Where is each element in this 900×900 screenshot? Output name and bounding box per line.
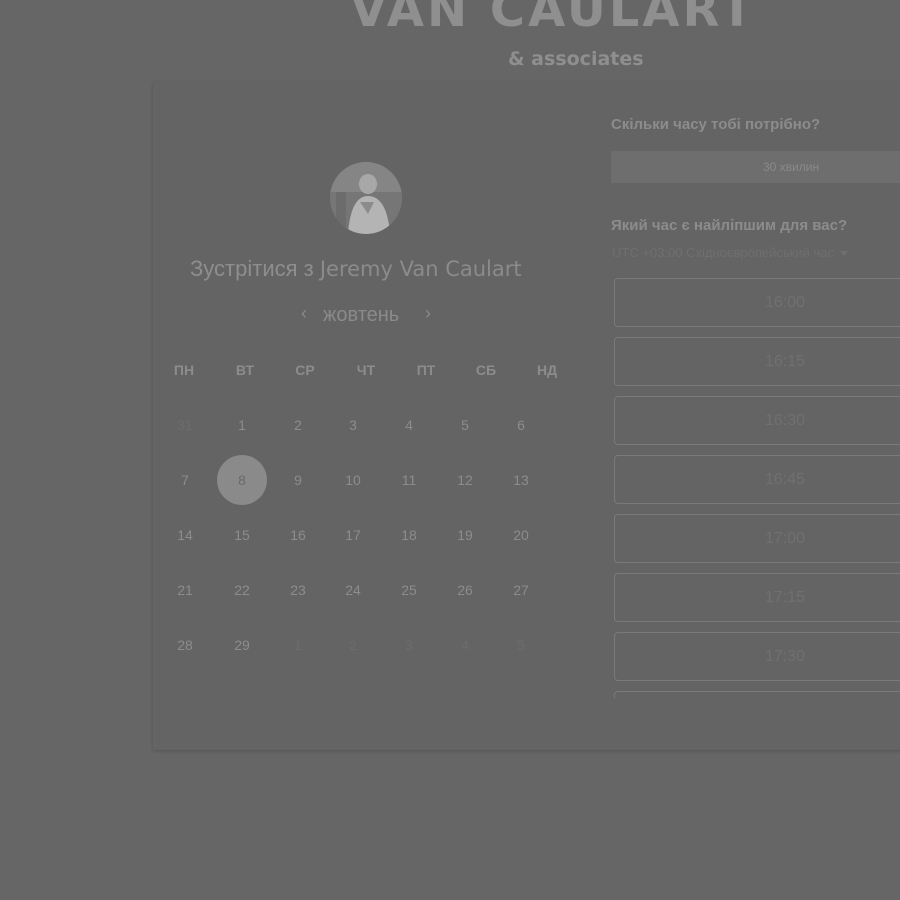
- meet-title-prefix: Зустрітися з: [190, 256, 314, 281]
- calendar-day[interactable]: 23: [273, 565, 323, 615]
- time-slot-label: 17:15: [765, 589, 806, 606]
- time-slot-button[interactable]: 16:00: [614, 278, 900, 327]
- weekday-label: ЧТ: [356, 362, 376, 378]
- weekday-label: СР: [295, 362, 315, 378]
- calendar-day[interactable]: 18: [384, 510, 434, 560]
- month-label: жовтень: [323, 304, 400, 326]
- calendar-day[interactable]: 3: [328, 400, 378, 450]
- calendar-day[interactable]: 15: [217, 510, 267, 560]
- duration-question: Скільки часу тобі потрібно?: [611, 116, 821, 133]
- calendar-day[interactable]: 7: [160, 455, 210, 505]
- calendar-day[interactable]: 16: [273, 510, 323, 560]
- brand-subtitle: & associates: [508, 48, 644, 70]
- time-slot-label: 17:00: [765, 530, 806, 547]
- timezone-label: UTC +03:00 Східноєвропейський час: [612, 245, 834, 260]
- time-slot-label: 16:00: [765, 294, 806, 311]
- calendar-day[interactable]: 20: [496, 510, 546, 560]
- time-slot-button[interactable]: 16:45: [614, 455, 900, 504]
- calendar-day[interactable]: 27: [496, 565, 546, 615]
- time-slot-label: 16:45: [765, 471, 806, 488]
- calendar-day[interactable]: 11: [384, 455, 434, 505]
- time-slot-button[interactable]: 16:30: [614, 396, 900, 445]
- time-slot-button[interactable]: [614, 691, 900, 698]
- avatar: [330, 162, 402, 234]
- meet-title: Зустрітися з Jeremy Van Caulart: [190, 256, 522, 282]
- time-slot-button[interactable]: 17:15: [614, 573, 900, 622]
- calendar-day[interactable]: 4: [384, 400, 434, 450]
- time-slot-button[interactable]: 17:30: [614, 632, 900, 681]
- calendar-day: 2: [349, 637, 357, 653]
- calendar-day: 31: [177, 417, 193, 433]
- calendar-day[interactable]: 24: [328, 565, 378, 615]
- time-question: Який час є найліпшим для вас?: [611, 217, 848, 234]
- calendar-day[interactable]: 13: [496, 455, 546, 505]
- time-slot-list: 16:00 16:15 16:30 16:45 17:00 17:15 17:30: [614, 278, 900, 698]
- calendar-day[interactable]: 28: [160, 620, 210, 670]
- duration-value: 30 хвилин: [763, 160, 820, 174]
- calendar-day[interactable]: 17: [328, 510, 378, 560]
- calendar-day[interactable]: 1: [217, 400, 267, 450]
- weekday-label: ВТ: [235, 362, 255, 378]
- calendar-day[interactable]: 6: [496, 400, 546, 450]
- weekday-label: ПН: [173, 362, 195, 378]
- calendar-day[interactable]: 12: [440, 455, 490, 505]
- brand-logo: VAN CAULART: [350, 0, 757, 38]
- calendar-day[interactable]: 9: [273, 455, 323, 505]
- calendar-day: 1: [294, 637, 302, 653]
- weekday-label: НД: [536, 362, 558, 378]
- calendar-day[interactable]: 14: [160, 510, 210, 560]
- chevron-left-icon[interactable]: ‹: [296, 302, 312, 324]
- avatar-photo: [330, 162, 402, 234]
- timezone-select[interactable]: UTC +03:00 Східноєвропейський час: [612, 245, 848, 260]
- weekday-label: СБ: [475, 362, 497, 378]
- chevron-right-icon[interactable]: ›: [420, 302, 436, 324]
- calendar-day[interactable]: 21: [160, 565, 210, 615]
- calendar-day[interactable]: 5: [440, 400, 490, 450]
- calendar-day[interactable]: 19: [440, 510, 490, 560]
- weekday-label: ПТ: [416, 362, 436, 378]
- time-slot-button[interactable]: 17:00: [614, 514, 900, 563]
- calendar-day[interactable]: 22: [217, 565, 267, 615]
- time-slot-label: 16:30: [765, 412, 806, 429]
- time-slot-label: 17:30: [765, 648, 806, 665]
- caret-down-icon: [839, 251, 848, 257]
- duration-select[interactable]: 30 хвилин: [611, 151, 900, 183]
- host-name: Jeremy Van Caulart: [319, 257, 522, 281]
- calendar-day: 5: [517, 637, 525, 653]
- calendar-day[interactable]: 10: [328, 455, 378, 505]
- time-slot-button[interactable]: 16:15: [614, 337, 900, 386]
- calendar-day[interactable]: 29: [217, 620, 267, 670]
- time-slot-label: 16:15: [765, 353, 806, 370]
- calendar-day: 3: [405, 637, 413, 653]
- calendar-day: 4: [461, 637, 469, 653]
- calendar-day[interactable]: 26: [440, 565, 490, 615]
- calendar-day[interactable]: 25: [384, 565, 434, 615]
- calendar-day[interactable]: 2: [273, 400, 323, 450]
- calendar-day-selected[interactable]: 8: [217, 455, 267, 505]
